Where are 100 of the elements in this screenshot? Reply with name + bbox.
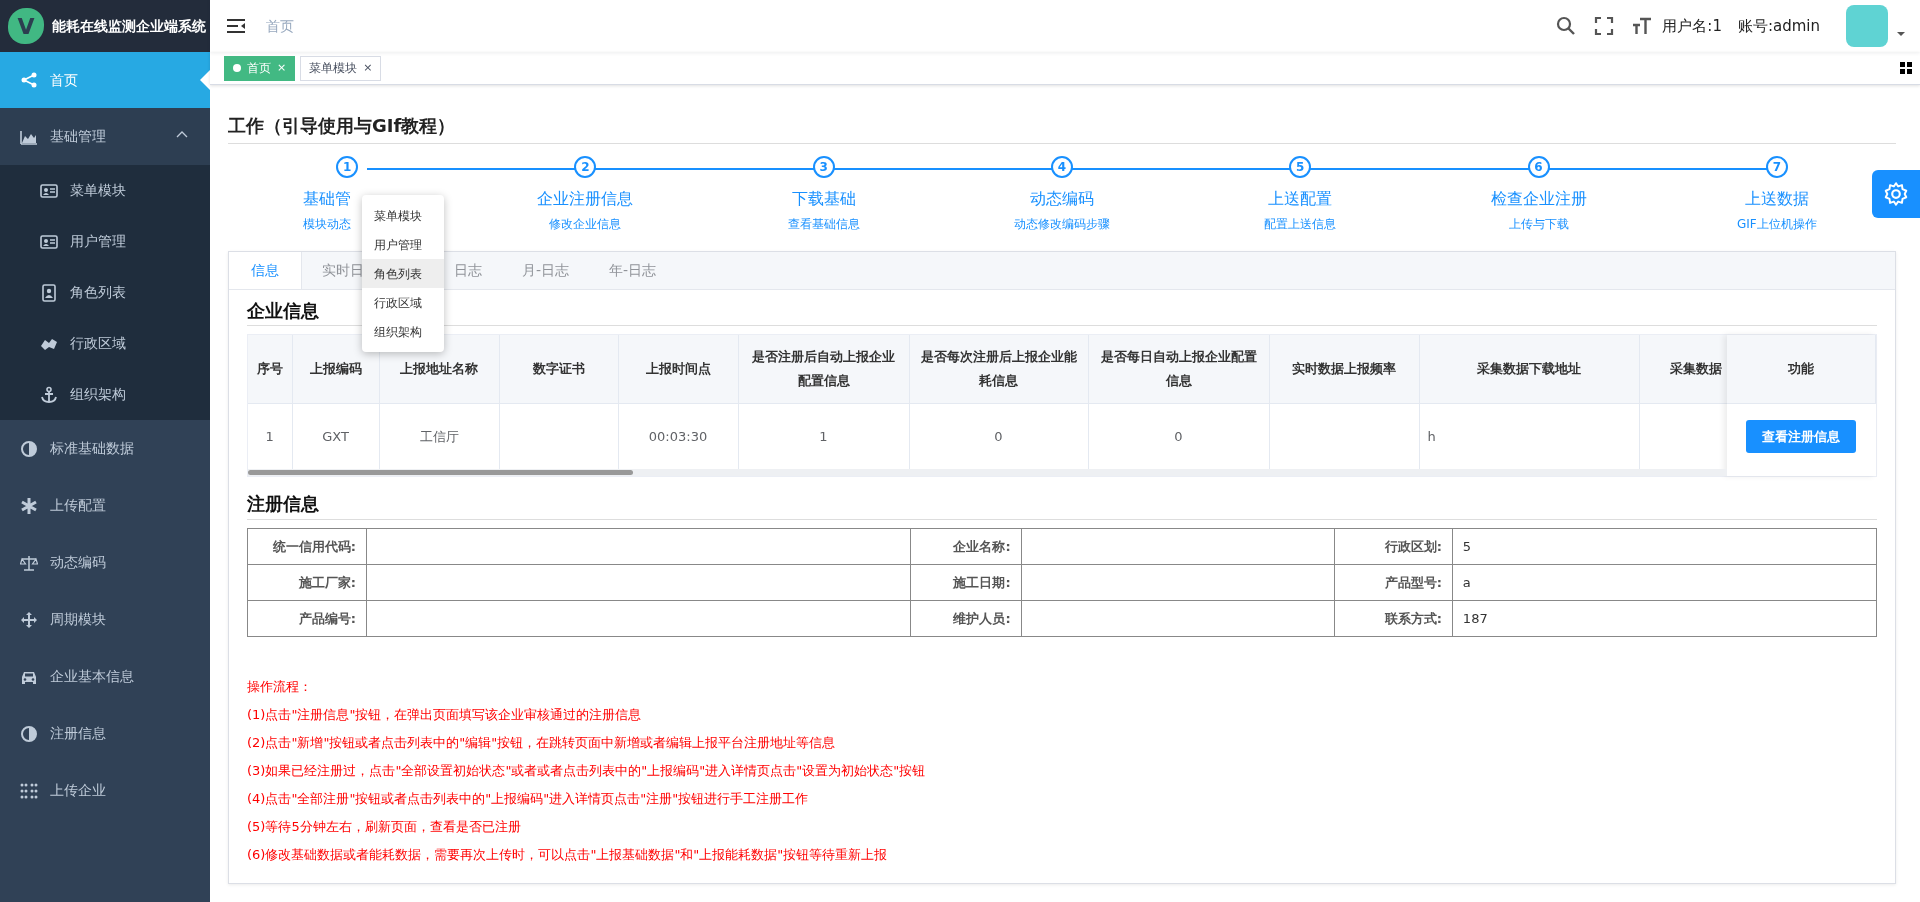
column-header: 数字证书 — [499, 335, 618, 404]
sidebar-label: 动态编码 — [50, 553, 106, 572]
step-number: 5 — [1289, 155, 1312, 178]
sidebar-label: 菜单模块 — [70, 181, 126, 200]
caret-icon — [1896, 31, 1906, 37]
step-number: 6 — [1527, 155, 1550, 178]
balance-scale-icon — [20, 553, 38, 572]
sidebar-label: 企业基本信息 — [50, 667, 134, 686]
column-header: 采集数据下载地址 — [1419, 335, 1639, 404]
sidebar-item[interactable]: 行政区域 — [0, 318, 210, 369]
horizontal-scrollbar[interactable] — [248, 469, 1727, 477]
step-number: 4 — [1051, 155, 1073, 178]
field-label: 统一信用代码: — [247, 528, 367, 565]
column-header: 采集数据 — [1639, 335, 1727, 404]
menu-item[interactable]: 角色列表 — [362, 259, 444, 288]
contact-badge-icon — [40, 283, 58, 302]
text-size-icon — [1632, 16, 1653, 36]
chevron-icon — [176, 130, 188, 138]
column-header: 是否注册后自动上报企业配置信息 — [738, 335, 909, 404]
column-header: 是否每日自动上报企业配置信息 — [1088, 335, 1269, 404]
logo-icon: V — [8, 8, 44, 44]
field-label: 维护人员: — [910, 600, 1022, 637]
sidebar-item[interactable]: 注册信息 — [0, 705, 210, 762]
sidebar-item[interactable]: 上传企业 — [0, 762, 210, 819]
settings-icon — [1883, 181, 1909, 207]
sidebar-label: 角色列表 — [70, 283, 126, 302]
step-title: 上送数据 — [1744, 187, 1809, 210]
field-label: 行政区划: — [1334, 528, 1453, 565]
move-arrows-icon — [20, 610, 38, 629]
field-value: 5 — [1452, 528, 1877, 565]
tab[interactable]: 信息 — [229, 251, 302, 289]
sidebar-label: 基础管理 — [50, 127, 106, 146]
anchor-icon — [40, 385, 58, 404]
grid-icon — [1900, 62, 1912, 74]
fullscreen-icon — [1594, 16, 1615, 36]
sidebar-label: 标准基础数据 — [50, 439, 134, 458]
sidebar-item[interactable]: 上传配置 — [0, 477, 210, 534]
avatar-image[interactable] — [1846, 5, 1888, 47]
sidebar-item[interactable]: 角色列表 — [0, 267, 210, 318]
menu-item[interactable]: 行政区域 — [362, 288, 444, 317]
sidebar-label: 上传配置 — [50, 496, 106, 515]
id-card-icon — [40, 232, 58, 251]
step-subtitle: 配置上送信息 — [1264, 215, 1337, 233]
sidebar-label: 上传企业 — [50, 781, 106, 800]
menu-item[interactable]: 用户管理 — [362, 230, 444, 259]
search-icon — [1556, 16, 1577, 36]
field-label: 施工厂家: — [247, 564, 367, 601]
sidebar-label: 组织架构 — [70, 385, 126, 404]
field-value: 187 — [1452, 600, 1877, 637]
step-title: 动态编码 — [1030, 187, 1094, 210]
instruction-line: (3)如果已经注册过，点击"全部设置初始状态"或者或者点击列表中的"上报编码"进入详情页点击"设置为初始状态"按钮 — [247, 761, 927, 780]
step-subtitle: GIF上位机操作 — [1736, 215, 1817, 233]
step-number: 2 — [574, 155, 597, 178]
instructions-title: 操作流程： — [247, 677, 313, 696]
sidebar-label: 用户管理 — [70, 232, 126, 251]
sidebar-group[interactable]: 基础管理 — [0, 108, 210, 165]
sidebar-label: 注册信息 — [50, 724, 106, 743]
page-tag[interactable]: 菜单模块 × — [300, 55, 382, 81]
step-title: 基础管 — [303, 187, 352, 210]
sidebar-item[interactable]: 标准基础数据 — [0, 420, 210, 477]
sidebar-item[interactable]: 周期模块 — [0, 591, 210, 648]
page-title: 工作（引导使用与GIf教程） — [228, 115, 1896, 144]
column-header: 是否每次注册后上报企业能耗信息 — [909, 335, 1088, 404]
sidebar-label: 周期模块 — [50, 610, 106, 629]
column-header: 序号 — [248, 335, 292, 404]
column-header: 上报时间点 — [618, 335, 738, 404]
menu-item[interactable]: 菜单模块 — [362, 201, 444, 230]
sidebar-item[interactable]: 菜单模块 — [0, 165, 210, 216]
instruction-line: (4)点击"全部注册"按钮或者点击列表中的"上报编码"进入详情页点击"注册"按钮进行手工注册工作 — [247, 789, 810, 808]
sidebar-label: 首页 — [50, 70, 78, 90]
step-title: 企业注册信息 — [537, 187, 634, 210]
step-title: 上送配置 — [1268, 187, 1333, 210]
sidebar-item[interactable]: 组织架构 — [0, 369, 210, 420]
instruction-line: (2)点击"新增"按钮或者点击列表中的"编辑"按钮，在跳转页面中新增或者编辑上报平台注册地址等信息 — [247, 733, 837, 752]
sidebar-item[interactable]: 用户管理 — [0, 216, 210, 267]
sidebar-item[interactable]: 企业基本信息 — [0, 648, 210, 705]
instruction-line: (1)点击"注册信息"按钮，在弹出页面填写该企业审核通过的注册信息 — [247, 705, 643, 724]
sidebar-item[interactable]: 动态编码 — [0, 534, 210, 591]
field-label: 产品编号: — [247, 600, 367, 637]
step-title: 下载基础 — [791, 187, 856, 210]
username-label: 用户名:1 — [1662, 15, 1722, 37]
step-number: 7 — [1765, 155, 1788, 178]
asterisk-icon — [20, 496, 38, 515]
share-icon — [20, 71, 38, 89]
step-number: 3 — [812, 155, 835, 178]
section-title: 注册信息 — [247, 493, 1877, 520]
step-subtitle: 查看基础信息 — [787, 215, 860, 233]
column-header: 功能 — [1727, 335, 1876, 404]
menu-icon — [226, 16, 246, 36]
half-circle-icon — [20, 439, 38, 458]
field-label: 产品型号: — [1334, 564, 1453, 601]
settings-button[interactable] — [1872, 170, 1920, 218]
step-subtitle: 模块动态 — [303, 215, 352, 233]
step-subtitle: 修改企业信息 — [549, 215, 622, 233]
id-card-icon — [40, 181, 58, 200]
field-value: a — [1452, 564, 1877, 601]
dot-grid-icon — [20, 781, 38, 800]
step-number: 1 — [336, 155, 359, 178]
column-header: 实时数据上报频率 — [1269, 335, 1419, 404]
account-label: 账号:admin — [1737, 15, 1820, 37]
